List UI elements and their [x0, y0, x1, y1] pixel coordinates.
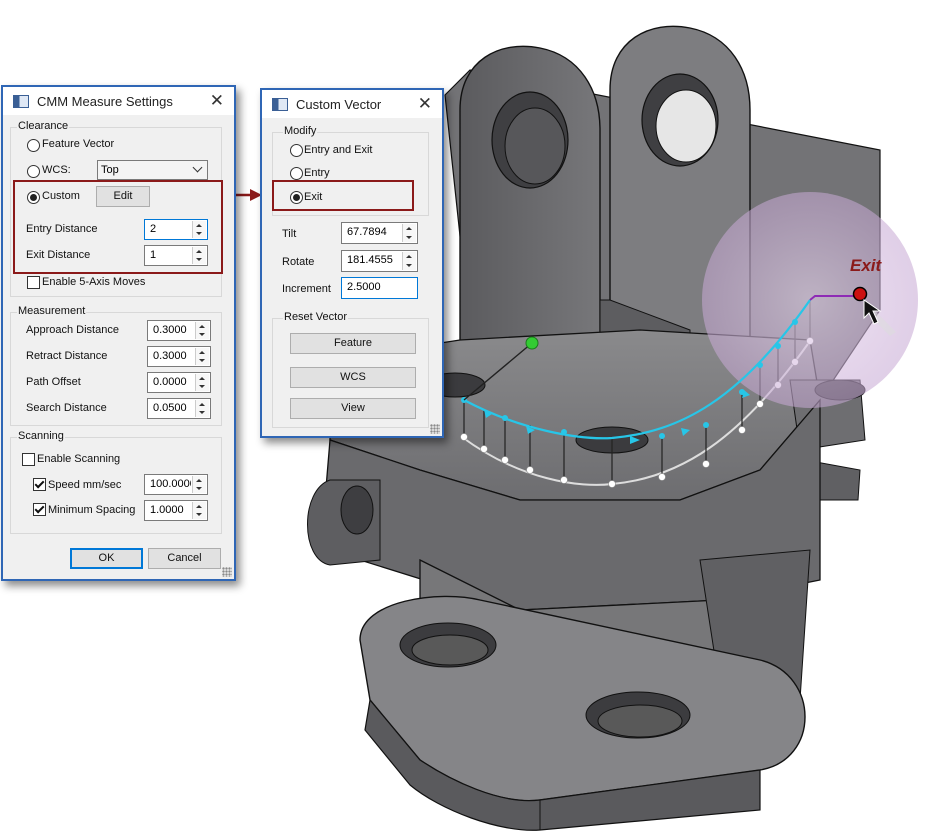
speed-label: Speed mm/sec	[48, 479, 122, 491]
scanning-group-label: Scanning	[17, 430, 65, 442]
measurement-group-label: Measurement	[17, 305, 87, 317]
custom-highlight-box	[13, 180, 223, 274]
reset-vector-group-label: Reset Vector	[283, 311, 348, 323]
exit-highlight-box	[272, 180, 414, 211]
enable-5axis-checkbox[interactable]	[27, 276, 40, 289]
custom-vector-dialog: Custom Vector ✕ Modify Entry and Exit En…	[260, 88, 444, 438]
feature-vector-radio[interactable]	[27, 139, 40, 152]
spinner-arrows-icon[interactable]	[195, 322, 209, 339]
ok-button[interactable]: OK	[70, 548, 143, 569]
tilt-spinner[interactable]: 67.7894	[341, 222, 418, 244]
min-spacing-value: 1.0000	[150, 504, 184, 516]
resize-grip-icon[interactable]	[430, 424, 440, 434]
entry-and-exit-radio[interactable]	[290, 144, 303, 157]
enable-5axis-label: Enable 5-Axis Moves	[42, 276, 146, 288]
app-icon	[272, 97, 288, 111]
wcs-label: WCS:	[42, 164, 71, 176]
reset-view-button[interactable]: View	[290, 398, 416, 419]
resize-grip-icon[interactable]	[222, 567, 232, 577]
spinner-arrows-icon[interactable]	[195, 348, 209, 365]
reset-wcs-button[interactable]: WCS	[290, 367, 416, 388]
search-distance-value: 0.0500	[153, 402, 187, 414]
min-spacing-label: Minimum Spacing	[48, 504, 136, 516]
reset-feature-button[interactable]: Feature	[290, 333, 416, 354]
min-spacing-checkbox[interactable]	[33, 503, 46, 516]
approach-distance-label: Approach Distance	[26, 324, 119, 336]
rotate-value: 181.4555	[347, 254, 393, 266]
entry-radio[interactable]	[290, 167, 303, 180]
increment-label: Increment	[282, 283, 331, 295]
retract-distance-label: Retract Distance	[26, 350, 108, 362]
app-icon	[13, 94, 29, 108]
rotate-label: Rotate	[282, 256, 315, 268]
spinner-arrows-icon[interactable]	[195, 400, 209, 417]
chevron-down-icon	[192, 162, 203, 173]
path-offset-label: Path Offset	[26, 376, 81, 388]
retract-distance-value: 0.3000	[153, 350, 187, 362]
wcs-radio[interactable]	[27, 165, 40, 178]
spinner-arrows-icon[interactable]	[192, 502, 206, 519]
cmm-measure-settings-dialog: CMM Measure Settings ✕ Clearance Feature…	[1, 85, 236, 581]
vector-dialog-titlebar[interactable]: Custom Vector ✕	[262, 90, 442, 118]
enable-scanning-label: Enable Scanning	[37, 453, 121, 465]
search-distance-label: Search Distance	[26, 402, 107, 414]
approach-distance-spinner[interactable]: 0.3000	[147, 320, 211, 341]
vector-dialog-title: Custom Vector	[296, 96, 382, 112]
close-icon[interactable]: ✕	[418, 95, 432, 112]
wcs-select-value: Top	[101, 164, 119, 176]
close-icon[interactable]: ✕	[210, 92, 224, 109]
spinner-arrows-icon[interactable]	[402, 252, 416, 270]
min-spacing-spinner[interactable]: 1.0000	[144, 500, 208, 521]
increment-input[interactable]: 2.5000	[341, 277, 418, 299]
tilt-label: Tilt	[282, 228, 297, 240]
clearance-group-label: Clearance	[17, 120, 70, 132]
cancel-button[interactable]: Cancel	[148, 548, 221, 569]
speed-value: 100.0000	[150, 478, 191, 490]
modify-group-label: Modify	[283, 125, 318, 137]
spinner-arrows-icon[interactable]	[402, 224, 416, 242]
approach-distance-value: 0.3000	[153, 324, 187, 336]
path-offset-value: 0.0000	[153, 376, 187, 388]
cmm-dialog-titlebar[interactable]: CMM Measure Settings ✕	[3, 87, 234, 115]
search-distance-spinner[interactable]: 0.0500	[147, 398, 211, 419]
feature-vector-label: Feature Vector	[42, 138, 115, 150]
rotate-spinner[interactable]: 181.4555	[341, 250, 418, 272]
spinner-arrows-icon[interactable]	[192, 476, 206, 493]
retract-distance-spinner[interactable]: 0.3000	[147, 346, 211, 367]
tilt-value: 67.7894	[347, 226, 387, 238]
entry-label: Entry	[304, 167, 330, 179]
speed-checkbox[interactable]	[33, 478, 46, 491]
speed-spinner[interactable]: 100.0000	[144, 474, 208, 495]
path-offset-spinner[interactable]: 0.0000	[147, 372, 211, 393]
cmm-dialog-title: CMM Measure Settings	[37, 93, 173, 109]
wcs-select[interactable]: Top	[97, 160, 208, 180]
entry-and-exit-label: Entry and Exit	[304, 144, 373, 156]
increment-value: 2.5000	[347, 281, 381, 293]
enable-scanning-checkbox[interactable]	[22, 453, 35, 466]
spinner-arrows-icon[interactable]	[195, 374, 209, 391]
